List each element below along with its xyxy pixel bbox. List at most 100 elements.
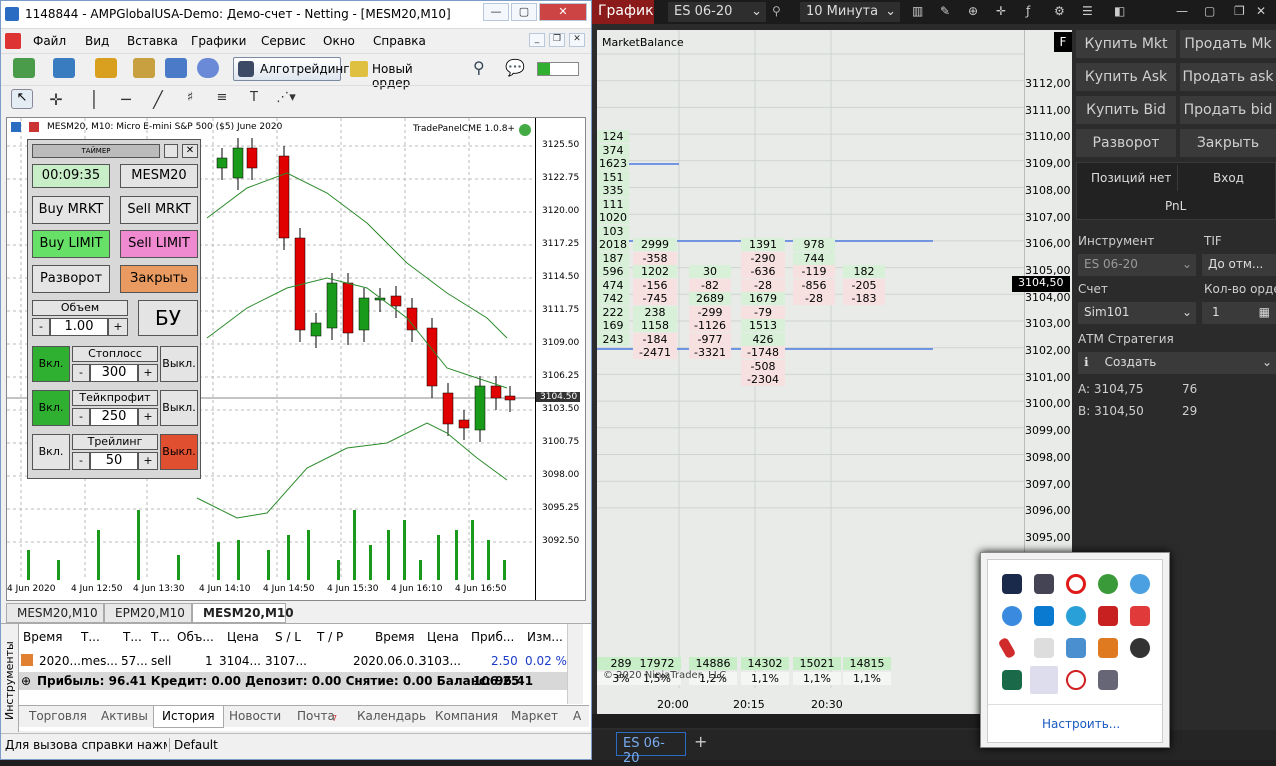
tif-dropdown[interactable]: До отм... bbox=[1202, 254, 1276, 276]
menu-window[interactable]: Окно bbox=[323, 34, 355, 48]
trailing-off-button[interactable]: Выкл. bbox=[160, 434, 198, 470]
anydesk-tray-icon[interactable] bbox=[1098, 606, 1118, 626]
new-order-button[interactable]: Новый ордер bbox=[347, 57, 451, 90]
panel-minimize-button[interactable] bbox=[164, 144, 178, 158]
tab-calendar[interactable]: Календарь bbox=[357, 709, 426, 723]
buy-ask-button[interactable]: Купить Ask bbox=[1076, 63, 1176, 91]
tab-market[interactable]: Маркет bbox=[511, 709, 558, 723]
sell-ask-button[interactable]: Продать ask bbox=[1180, 63, 1276, 91]
trendline-icon[interactable]: ╱ bbox=[147, 90, 169, 110]
crosshair-icon[interactable]: ✛ bbox=[45, 90, 67, 110]
nt-close-button[interactable]: ✕ bbox=[1256, 4, 1266, 18]
shapes-icon[interactable]: ⋰▾ bbox=[275, 90, 297, 110]
algo-trading-button[interactable]: Алготрейдинг bbox=[233, 57, 350, 81]
col-ticket[interactable]: Т... bbox=[81, 630, 100, 644]
mdi-restore-button[interactable]: ❐ bbox=[549, 33, 565, 47]
zoom-icon[interactable]: ⊕ bbox=[968, 4, 978, 18]
teamviewer-tray-icon[interactable] bbox=[1034, 606, 1054, 626]
search-instrument-icon[interactable]: ⚲ bbox=[772, 4, 781, 18]
sell-bid-button[interactable]: Продать bid bbox=[1180, 96, 1276, 124]
nt-maximize-button[interactable]: ▢ bbox=[1204, 4, 1215, 18]
tp-minus-button[interactable]: - bbox=[72, 408, 90, 426]
col-close-time[interactable]: Время bbox=[375, 630, 415, 644]
menu-help[interactable]: Справка bbox=[373, 34, 426, 48]
tp-plus-button[interactable]: + bbox=[138, 408, 158, 426]
tab-chart-epm20[interactable]: EPM20,M10 bbox=[104, 603, 192, 623]
opera-tray-icon[interactable] bbox=[1066, 574, 1086, 594]
buy-limit-button[interactable]: Buy LIMIT bbox=[32, 230, 110, 258]
col-volume[interactable]: Объ... bbox=[177, 630, 214, 644]
trailing-on-button[interactable]: Вкл. bbox=[32, 434, 70, 470]
col-profit[interactable]: Приб... bbox=[471, 630, 514, 644]
indicators-icon[interactable]: ƒ bbox=[1026, 4, 1030, 18]
col-close-price[interactable]: Цена bbox=[427, 630, 459, 644]
tab-news[interactable]: Новости bbox=[229, 709, 281, 723]
tab-assets[interactable]: Активы bbox=[101, 709, 148, 723]
tab-more[interactable]: А bbox=[573, 709, 581, 723]
cloud-tray-icon[interactable] bbox=[1130, 574, 1150, 594]
menu-file[interactable]: Файл bbox=[33, 34, 66, 48]
instrument-dropdown[interactable]: ES 06-20 ⌄ bbox=[1078, 254, 1196, 276]
add-tab-button[interactable]: + bbox=[694, 732, 707, 751]
close-button[interactable]: ✕ bbox=[539, 3, 587, 21]
sell-limit-button[interactable]: Sell LIMIT bbox=[120, 230, 198, 258]
bars-icon[interactable]: ▥ bbox=[912, 4, 923, 18]
text-tool-icon[interactable]: T bbox=[243, 90, 265, 110]
mdi-close-button[interactable]: ✕ bbox=[569, 33, 585, 47]
sl-input[interactable]: 300 bbox=[90, 364, 138, 382]
search-icon[interactable]: ⚲ bbox=[473, 58, 495, 78]
draw-icon[interactable]: ✎ bbox=[940, 4, 950, 18]
tp-input[interactable]: 250 bbox=[90, 408, 138, 426]
nt-minimize-button[interactable]: — bbox=[1176, 4, 1188, 18]
atm-dropdown[interactable]: ℹ Создать ⌄ bbox=[1078, 352, 1276, 374]
sl-plus-button[interactable]: + bbox=[138, 364, 158, 382]
data-window-icon[interactable] bbox=[165, 58, 187, 78]
pen-tray-icon[interactable] bbox=[1030, 666, 1058, 694]
tp-off-button[interactable]: Выкл. bbox=[160, 390, 198, 426]
tab-es-0620[interactable]: ES 06-20 bbox=[616, 732, 686, 766]
security-tray-icon[interactable] bbox=[1098, 574, 1118, 594]
nt-restore-button[interactable]: ❐ bbox=[1234, 4, 1245, 18]
chat-icon[interactable]: 💬 bbox=[505, 58, 527, 78]
col-change[interactable]: Изм... bbox=[527, 630, 563, 644]
defender-tray-icon[interactable] bbox=[1002, 670, 1022, 690]
buy-bid-button[interactable]: Купить Bid bbox=[1076, 96, 1176, 124]
account-dropdown[interactable]: Sim101 ⌄ bbox=[1078, 302, 1196, 324]
tab-company[interactable]: Компания bbox=[435, 709, 498, 723]
trailing-input[interactable]: 50 bbox=[90, 452, 138, 470]
telegram-tray-icon[interactable] bbox=[1066, 606, 1086, 626]
f-button[interactable]: F bbox=[1054, 32, 1072, 52]
reverse-button[interactable]: Разворот bbox=[32, 265, 110, 293]
menu-view[interactable]: Вид bbox=[85, 34, 109, 48]
volume-input[interactable]: 1.00 bbox=[50, 318, 108, 336]
sl-minus-button[interactable]: - bbox=[72, 364, 90, 382]
tab-mail[interactable]: Почта bbox=[297, 709, 335, 723]
ninjatrader-tray-icon[interactable] bbox=[1098, 638, 1118, 658]
col-type[interactable]: Т... bbox=[123, 630, 142, 644]
yandex-tray-icon[interactable] bbox=[1066, 670, 1086, 690]
calculator-icon[interactable]: ▦ bbox=[1259, 305, 1270, 319]
display-tray-icon[interactable] bbox=[1034, 574, 1054, 594]
toolbox-scrollbar[interactable] bbox=[567, 624, 583, 704]
chart-menu-icon[interactable] bbox=[11, 122, 21, 132]
panel-close-button[interactable]: ✕ bbox=[182, 144, 198, 158]
trailing-plus-button[interactable]: + bbox=[138, 452, 158, 470]
tab-trade[interactable]: Торговля bbox=[29, 709, 87, 723]
flag-tray-icon[interactable] bbox=[1034, 638, 1054, 658]
properties-icon[interactable]: ☰ bbox=[1082, 4, 1093, 18]
menu-tools[interactable]: Сервис bbox=[261, 34, 306, 48]
minimize-button[interactable]: — bbox=[483, 3, 509, 21]
cursor-icon[interactable]: ↖ bbox=[11, 89, 33, 109]
tp-on-button[interactable]: Вкл. bbox=[32, 390, 70, 426]
close-nt-button[interactable]: Закрыть bbox=[1180, 129, 1276, 157]
maximize-button[interactable]: ▢ bbox=[511, 3, 537, 21]
breakeven-button[interactable]: БУ bbox=[138, 300, 198, 336]
signals-icon[interactable] bbox=[197, 58, 219, 78]
network-tray-icon[interactable] bbox=[1066, 638, 1086, 658]
app-tray-icon[interactable] bbox=[1098, 670, 1118, 690]
col-tp[interactable]: Т / Р bbox=[317, 630, 343, 644]
buy-market-nt-button[interactable]: Купить Mkt bbox=[1076, 30, 1176, 58]
tab-history[interactable]: История bbox=[153, 706, 224, 728]
printer-tray-icon[interactable] bbox=[1130, 638, 1150, 658]
qty-input[interactable]: 1 ▦ bbox=[1202, 302, 1276, 324]
